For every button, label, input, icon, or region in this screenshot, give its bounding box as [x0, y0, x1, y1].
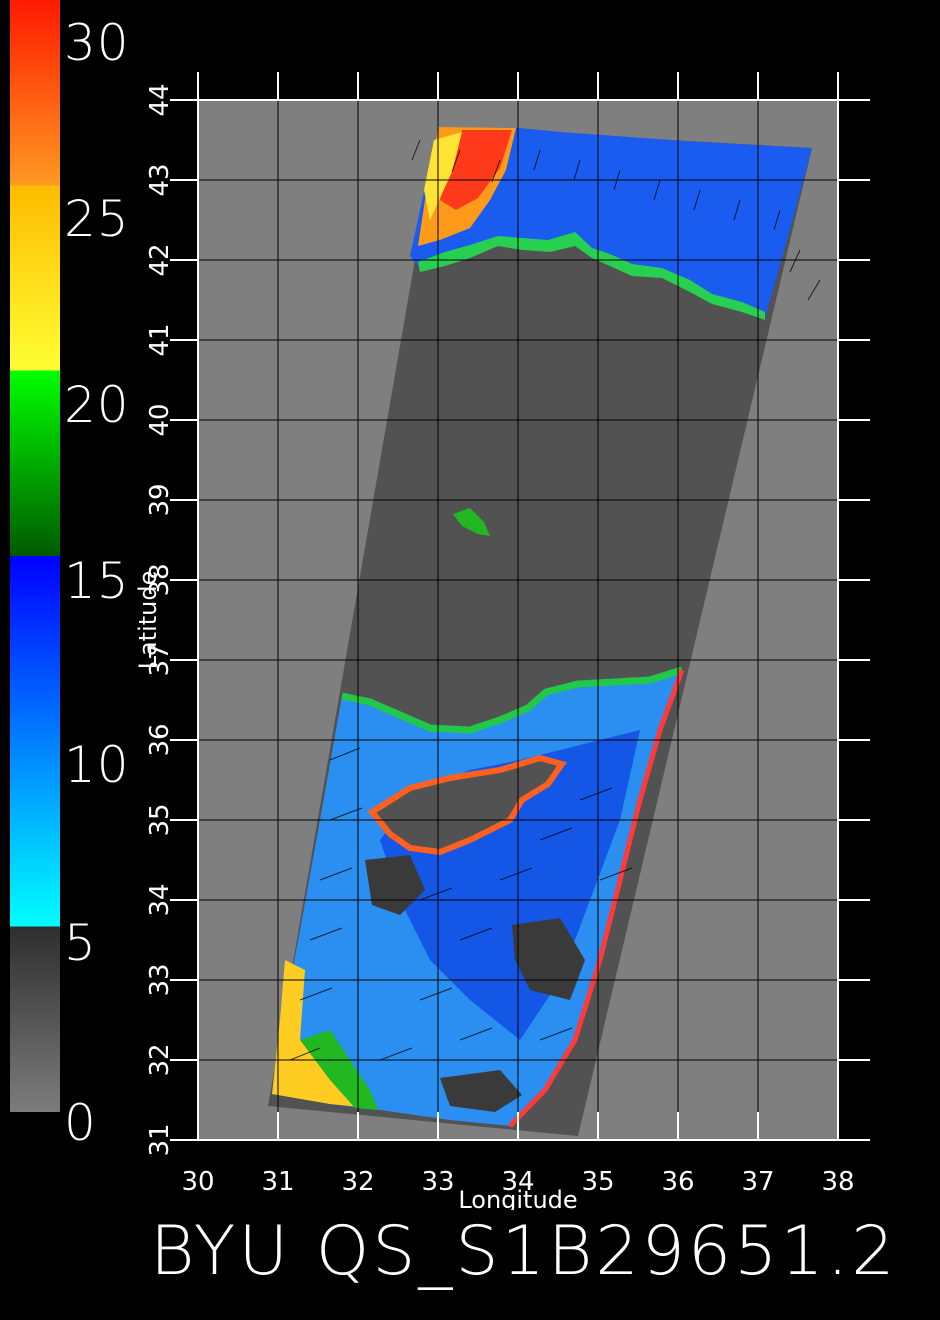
product-id-caption: BYU QS_S1B29651.2 — [150, 1212, 898, 1291]
lon-tick-label: 37 — [741, 1167, 774, 1197]
lat-tick-label: 35 — [145, 803, 175, 836]
x-axis-title: Longitude — [458, 1186, 577, 1210]
lat-tick-label: 34 — [145, 883, 175, 916]
lon-tick-label: 33 — [421, 1167, 454, 1197]
lat-tick-label: 36 — [145, 723, 175, 756]
lon-tick-label: 36 — [661, 1167, 694, 1197]
lat-tick-label: 33 — [145, 963, 175, 996]
lat-tick-label: 43 — [145, 163, 175, 196]
wind-map: 30 31 32 33 34 35 36 37 38 313233343536373839404… — [134, 72, 870, 1210]
lon-tick-label: 32 — [341, 1167, 374, 1197]
y-axis-title: Latitude — [134, 571, 162, 670]
lat-tick-label: 31 — [145, 1123, 175, 1156]
lon-tick-label: 31 — [261, 1167, 294, 1197]
lat-tick-label: 44 — [145, 83, 175, 116]
lat-tick-label: 41 — [145, 323, 175, 356]
lon-tick-label: 35 — [581, 1167, 614, 1197]
lon-tick-label: 30 — [181, 1167, 214, 1197]
lon-tick-label: 38 — [821, 1167, 854, 1197]
lat-tick-label: 40 — [145, 403, 175, 436]
lat-tick-label: 39 — [145, 483, 175, 516]
lat-tick-label: 42 — [145, 243, 175, 276]
lat-tick-label: 32 — [145, 1043, 175, 1076]
